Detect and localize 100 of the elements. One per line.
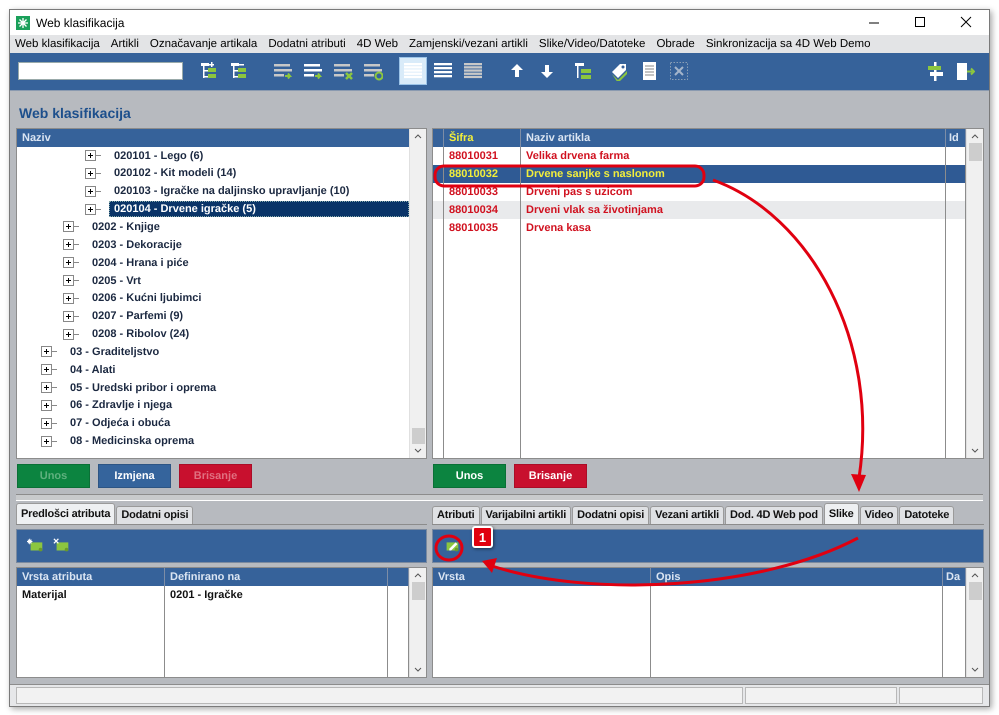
- section-heading: Web klasifikacija: [19, 104, 131, 121]
- tree-item[interactable]: 08 - Medicinska oprema: [65, 433, 409, 450]
- expand-icon[interactable]: [63, 275, 79, 286]
- table-cell: Drveni vlak sa životinjama: [521, 200, 946, 219]
- edit-button[interactable]: Izmjena: [98, 464, 171, 488]
- scrollbar[interactable]: [966, 128, 983, 458]
- exit-icon: [955, 61, 975, 81]
- tree-item[interactable]: 0204 - Hrana i piće: [87, 254, 409, 271]
- menu-item[interactable]: Sinkronizacija sa 4D Web Demo: [706, 38, 871, 50]
- expand-icon[interactable]: [63, 239, 79, 250]
- tree-item[interactable]: 0208 - Ribolov (24): [87, 326, 409, 342]
- tab[interactable]: Atributi: [432, 506, 480, 524]
- tab[interactable]: Vezani artikli: [650, 506, 724, 524]
- column-header[interactable]: Vrsta atributa: [17, 568, 165, 586]
- table-cell: Drvena kasa: [521, 218, 946, 237]
- add-button[interactable]: Unos: [433, 464, 506, 488]
- menu-item[interactable]: Artikli: [110, 38, 139, 50]
- tab[interactable]: Datoteke: [899, 506, 954, 524]
- expand-icon[interactable]: [41, 382, 57, 394]
- menu-item[interactable]: Obrade: [656, 38, 695, 50]
- column-header[interactable]: Naziv: [17, 132, 51, 144]
- search-field[interactable]: [18, 62, 183, 80]
- scrollbar[interactable]: [409, 568, 426, 677]
- delete-button[interactable]: Brisanje: [514, 464, 587, 488]
- expand-icon[interactable]: [85, 186, 101, 197]
- expand-icon[interactable]: [85, 168, 101, 179]
- column-header[interactable]: Definirano na: [165, 568, 388, 586]
- scroll-thumb[interactable]: [412, 428, 424, 444]
- expand-icon[interactable]: [41, 436, 57, 447]
- column-header[interactable]: Naziv artikla: [521, 128, 946, 147]
- expand-icon[interactable]: [63, 221, 79, 232]
- tree-item[interactable]: 03 - Graditeljstvo: [65, 344, 409, 360]
- app-icon: [16, 16, 30, 30]
- expand-icon[interactable]: [63, 328, 79, 340]
- scrollbar[interactable]: [409, 128, 426, 458]
- tree-item[interactable]: 0202 - Knjige: [87, 218, 409, 235]
- expand-icon[interactable]: [41, 364, 57, 376]
- table-cell: 88010035: [444, 218, 521, 237]
- highlight-circle: [434, 534, 464, 562]
- table-cell: 88010032: [444, 164, 521, 183]
- scroll-thumb[interactable]: [412, 582, 424, 600]
- column-header[interactable]: Šifra: [444, 128, 521, 147]
- list-refresh-icon: [363, 61, 383, 81]
- menu-item[interactable]: 4D Web: [356, 38, 398, 50]
- tab[interactable]: Varijabilni artikli: [480, 506, 572, 524]
- step-badge: 1: [472, 526, 493, 548]
- tree-item[interactable]: 0207 - Parfemi (9): [87, 308, 409, 324]
- list-arrow-icon: [273, 61, 293, 81]
- tree-item[interactable]: 06 - Zdravlje i njega: [65, 397, 409, 414]
- signpost-icon: [925, 61, 945, 81]
- table-row[interactable]: 88010032 Drvene sanjke s naslonom: [433, 164, 966, 183]
- tab[interactable]: Predlošci atributa: [16, 502, 116, 524]
- rows-icon: [403, 61, 423, 81]
- tree-item[interactable]: 020101 - Lego (6): [109, 148, 409, 164]
- tree-item[interactable]: 0206 - Kućni ljubimci: [87, 290, 409, 306]
- scrollbar[interactable]: [966, 568, 983, 677]
- expand-icon[interactable]: [85, 150, 101, 162]
- table-cell: 88010034: [444, 200, 521, 219]
- tab[interactable]: Dodatni opisi: [572, 506, 650, 524]
- table-cell: Materijal: [17, 586, 165, 604]
- tree-item[interactable]: 020103 - Igračke na daljinsko upravljanje (10): [109, 183, 409, 200]
- tree-remove-icon: [229, 61, 249, 81]
- tree-item[interactable]: 07 - Odjeća i obuća: [65, 415, 409, 432]
- tree-item[interactable]: 0205 - Vrt: [87, 272, 409, 288]
- scroll-thumb[interactable]: [968, 582, 982, 600]
- menu-item[interactable]: Dodatni atributi: [268, 38, 346, 50]
- menu-item[interactable]: Slike/Video/Datoteke: [538, 38, 646, 50]
- menu-item[interactable]: Zamjenski/vezani artikli: [409, 38, 528, 50]
- tree-icon: [573, 61, 593, 81]
- menu-item[interactable]: Označavanje artikala: [150, 38, 258, 50]
- tree-add-icon: [199, 61, 219, 81]
- tree-item[interactable]: 020102 - Kit modeli (14): [109, 165, 409, 182]
- rows-icon: [463, 61, 483, 81]
- table-row[interactable]: 88010034 Drveni vlak sa životinjama: [433, 200, 966, 219]
- list-arrow-icon: [303, 61, 323, 81]
- tree-item[interactable]: 05 - Uredski pribor i oprema: [65, 380, 409, 396]
- expand-icon[interactable]: [63, 310, 79, 322]
- close-icon: [669, 61, 689, 81]
- table-cell: Drvene sanjke s naslonom: [521, 164, 946, 183]
- list-delete-icon: [333, 61, 353, 81]
- tab[interactable]: Dodatni opisi: [116, 506, 194, 524]
- tab[interactable]: Dod. 4D Web pod: [725, 506, 823, 524]
- expand-icon[interactable]: [41, 400, 57, 411]
- window-title: Web klasifikacija: [36, 16, 126, 30]
- tree-item[interactable]: 0203 - Dekoracije: [87, 236, 409, 253]
- menu-item[interactable]: Web klasifikacija: [15, 38, 100, 50]
- expand-icon[interactable]: [63, 257, 79, 268]
- table-cell: 88010031: [444, 146, 521, 165]
- expand-icon[interactable]: [85, 204, 101, 215]
- column-header[interactable]: Opis: [651, 568, 943, 586]
- expand-icon[interactable]: [63, 292, 79, 304]
- tab[interactable]: Video: [860, 506, 898, 524]
- tag-icon: [609, 61, 629, 81]
- table-cell: 0201 - Igračke: [165, 586, 388, 604]
- scroll-thumb[interactable]: [968, 142, 982, 161]
- tree-item[interactable]: 04 - Alati: [65, 362, 409, 378]
- expand-icon[interactable]: [41, 346, 57, 358]
- expand-icon[interactable]: [41, 418, 57, 429]
- tab[interactable]: Slike: [824, 502, 859, 524]
- tree-item[interactable]: 020104 - Drvene igračke (5): [109, 201, 409, 218]
